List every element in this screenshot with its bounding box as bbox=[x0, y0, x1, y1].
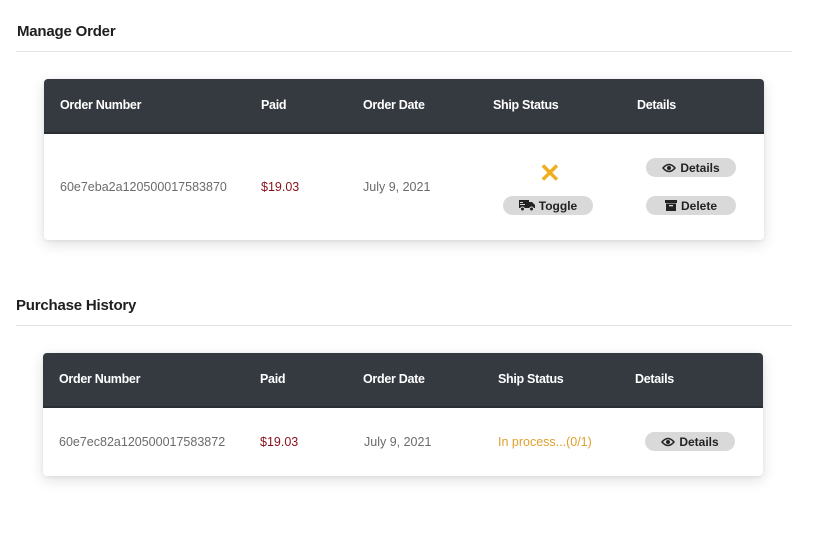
toggle-label: Toggle bbox=[538, 198, 578, 213]
order-number: 60e7eba2a120500017583870 bbox=[60, 180, 227, 194]
details-button[interactable]: Details bbox=[645, 432, 735, 451]
col-paid: Paid bbox=[260, 372, 286, 386]
order-number: 60e7ec82a120500017583872 bbox=[59, 435, 226, 449]
archive-icon bbox=[664, 200, 677, 211]
shipping-truck-icon bbox=[518, 200, 535, 211]
col-paid: Paid bbox=[261, 98, 287, 112]
toggle-button[interactable]: Toggle bbox=[503, 196, 593, 215]
details-label: Details bbox=[679, 434, 719, 449]
order-date: July 9, 2021 bbox=[364, 435, 432, 449]
purchase-history-divider bbox=[16, 325, 792, 326]
col-order-date: Order Date bbox=[363, 372, 425, 386]
details-button[interactable]: Details bbox=[646, 158, 736, 177]
purchase-history-table-header: Order Number Paid Order Date Ship Status… bbox=[43, 353, 763, 408]
purchase-history-title: Purchase History bbox=[16, 297, 137, 314]
delete-label: Delete bbox=[680, 198, 718, 213]
x-mark-icon: ✕ bbox=[539, 158, 561, 188]
col-details: Details bbox=[635, 372, 674, 386]
col-ship-status: Ship Status bbox=[493, 98, 559, 112]
manage-order-table-header: Order Number Paid Order Date Ship Status… bbox=[44, 79, 764, 134]
delete-button[interactable]: Delete bbox=[646, 196, 736, 215]
col-order-number: Order Number bbox=[59, 372, 141, 386]
col-details: Details bbox=[637, 98, 676, 112]
manage-order-title: Manage Order bbox=[17, 23, 116, 40]
eye-icon bbox=[662, 163, 677, 172]
col-ship-status: Ship Status bbox=[498, 372, 564, 386]
manage-order-divider bbox=[16, 51, 792, 52]
ship-status-text: In process...(0/1) bbox=[498, 435, 592, 449]
manage-order-table: Order Number Paid Order Date Ship Status… bbox=[44, 79, 764, 240]
col-order-number: Order Number bbox=[60, 98, 142, 112]
order-date: July 9, 2021 bbox=[363, 180, 431, 194]
col-order-date: Order Date bbox=[363, 98, 425, 112]
paid-amount: $19.03 bbox=[260, 435, 299, 449]
eye-icon bbox=[661, 437, 676, 446]
paid-amount: $19.03 bbox=[261, 180, 300, 194]
purchase-history-table: Order Number Paid Order Date Ship Status… bbox=[43, 353, 763, 476]
details-label: Details bbox=[680, 160, 720, 175]
